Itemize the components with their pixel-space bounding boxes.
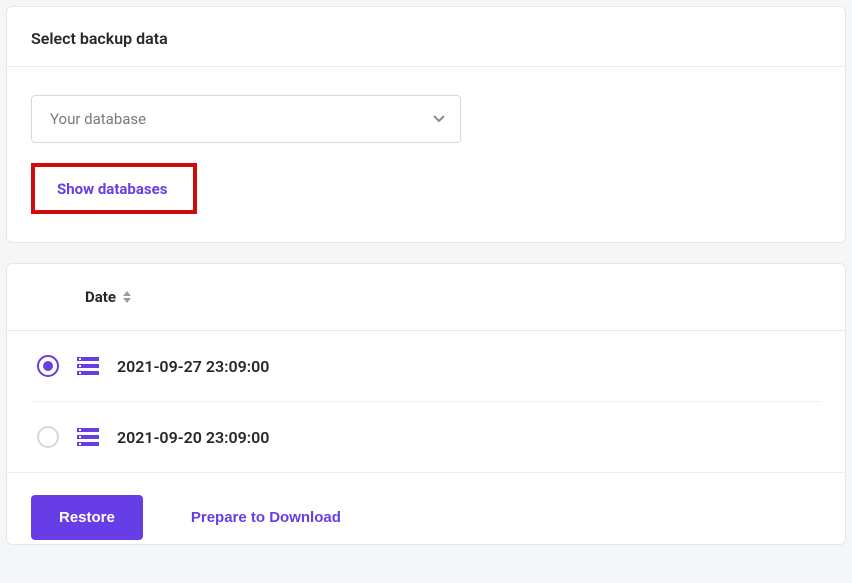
- column-header-date[interactable]: Date: [85, 288, 132, 306]
- database-icon: [77, 357, 99, 375]
- actions-bar: Restore Prepare to Download: [7, 472, 845, 544]
- database-select-placeholder: Your database: [50, 110, 146, 128]
- database-select[interactable]: Your database: [31, 95, 461, 143]
- radio-dot-icon: [43, 361, 53, 371]
- backup-list-card: Date 2021-09-27 23:09:00: [6, 263, 846, 545]
- table-rows: 2021-09-27 23:09:00 2021-09-20 23:09:00: [7, 331, 845, 472]
- row-radio[interactable]: [37, 355, 59, 377]
- card-header: Select backup data: [7, 7, 845, 67]
- sort-icon: [122, 291, 132, 303]
- card-title: Select backup data: [31, 29, 821, 48]
- restore-button[interactable]: Restore: [31, 495, 143, 540]
- card-body: Your database Show databases: [7, 67, 845, 242]
- database-icon: [77, 428, 99, 446]
- table-header: Date: [7, 264, 845, 331]
- database-select-wrap: Your database: [31, 95, 461, 143]
- row-date: 2021-09-27 23:09:00: [117, 357, 269, 376]
- show-databases-link[interactable]: Show databases: [57, 180, 167, 198]
- table-row: 2021-09-20 23:09:00: [31, 401, 821, 472]
- prepare-download-button[interactable]: Prepare to Download: [191, 509, 341, 526]
- row-date: 2021-09-20 23:09:00: [117, 428, 269, 447]
- show-databases-highlight: Show databases: [31, 163, 197, 214]
- select-backup-card: Select backup data Your database Show da…: [6, 6, 846, 243]
- row-radio[interactable]: [37, 426, 59, 448]
- column-header-date-label: Date: [85, 288, 116, 306]
- table-row: 2021-09-27 23:09:00: [31, 331, 821, 401]
